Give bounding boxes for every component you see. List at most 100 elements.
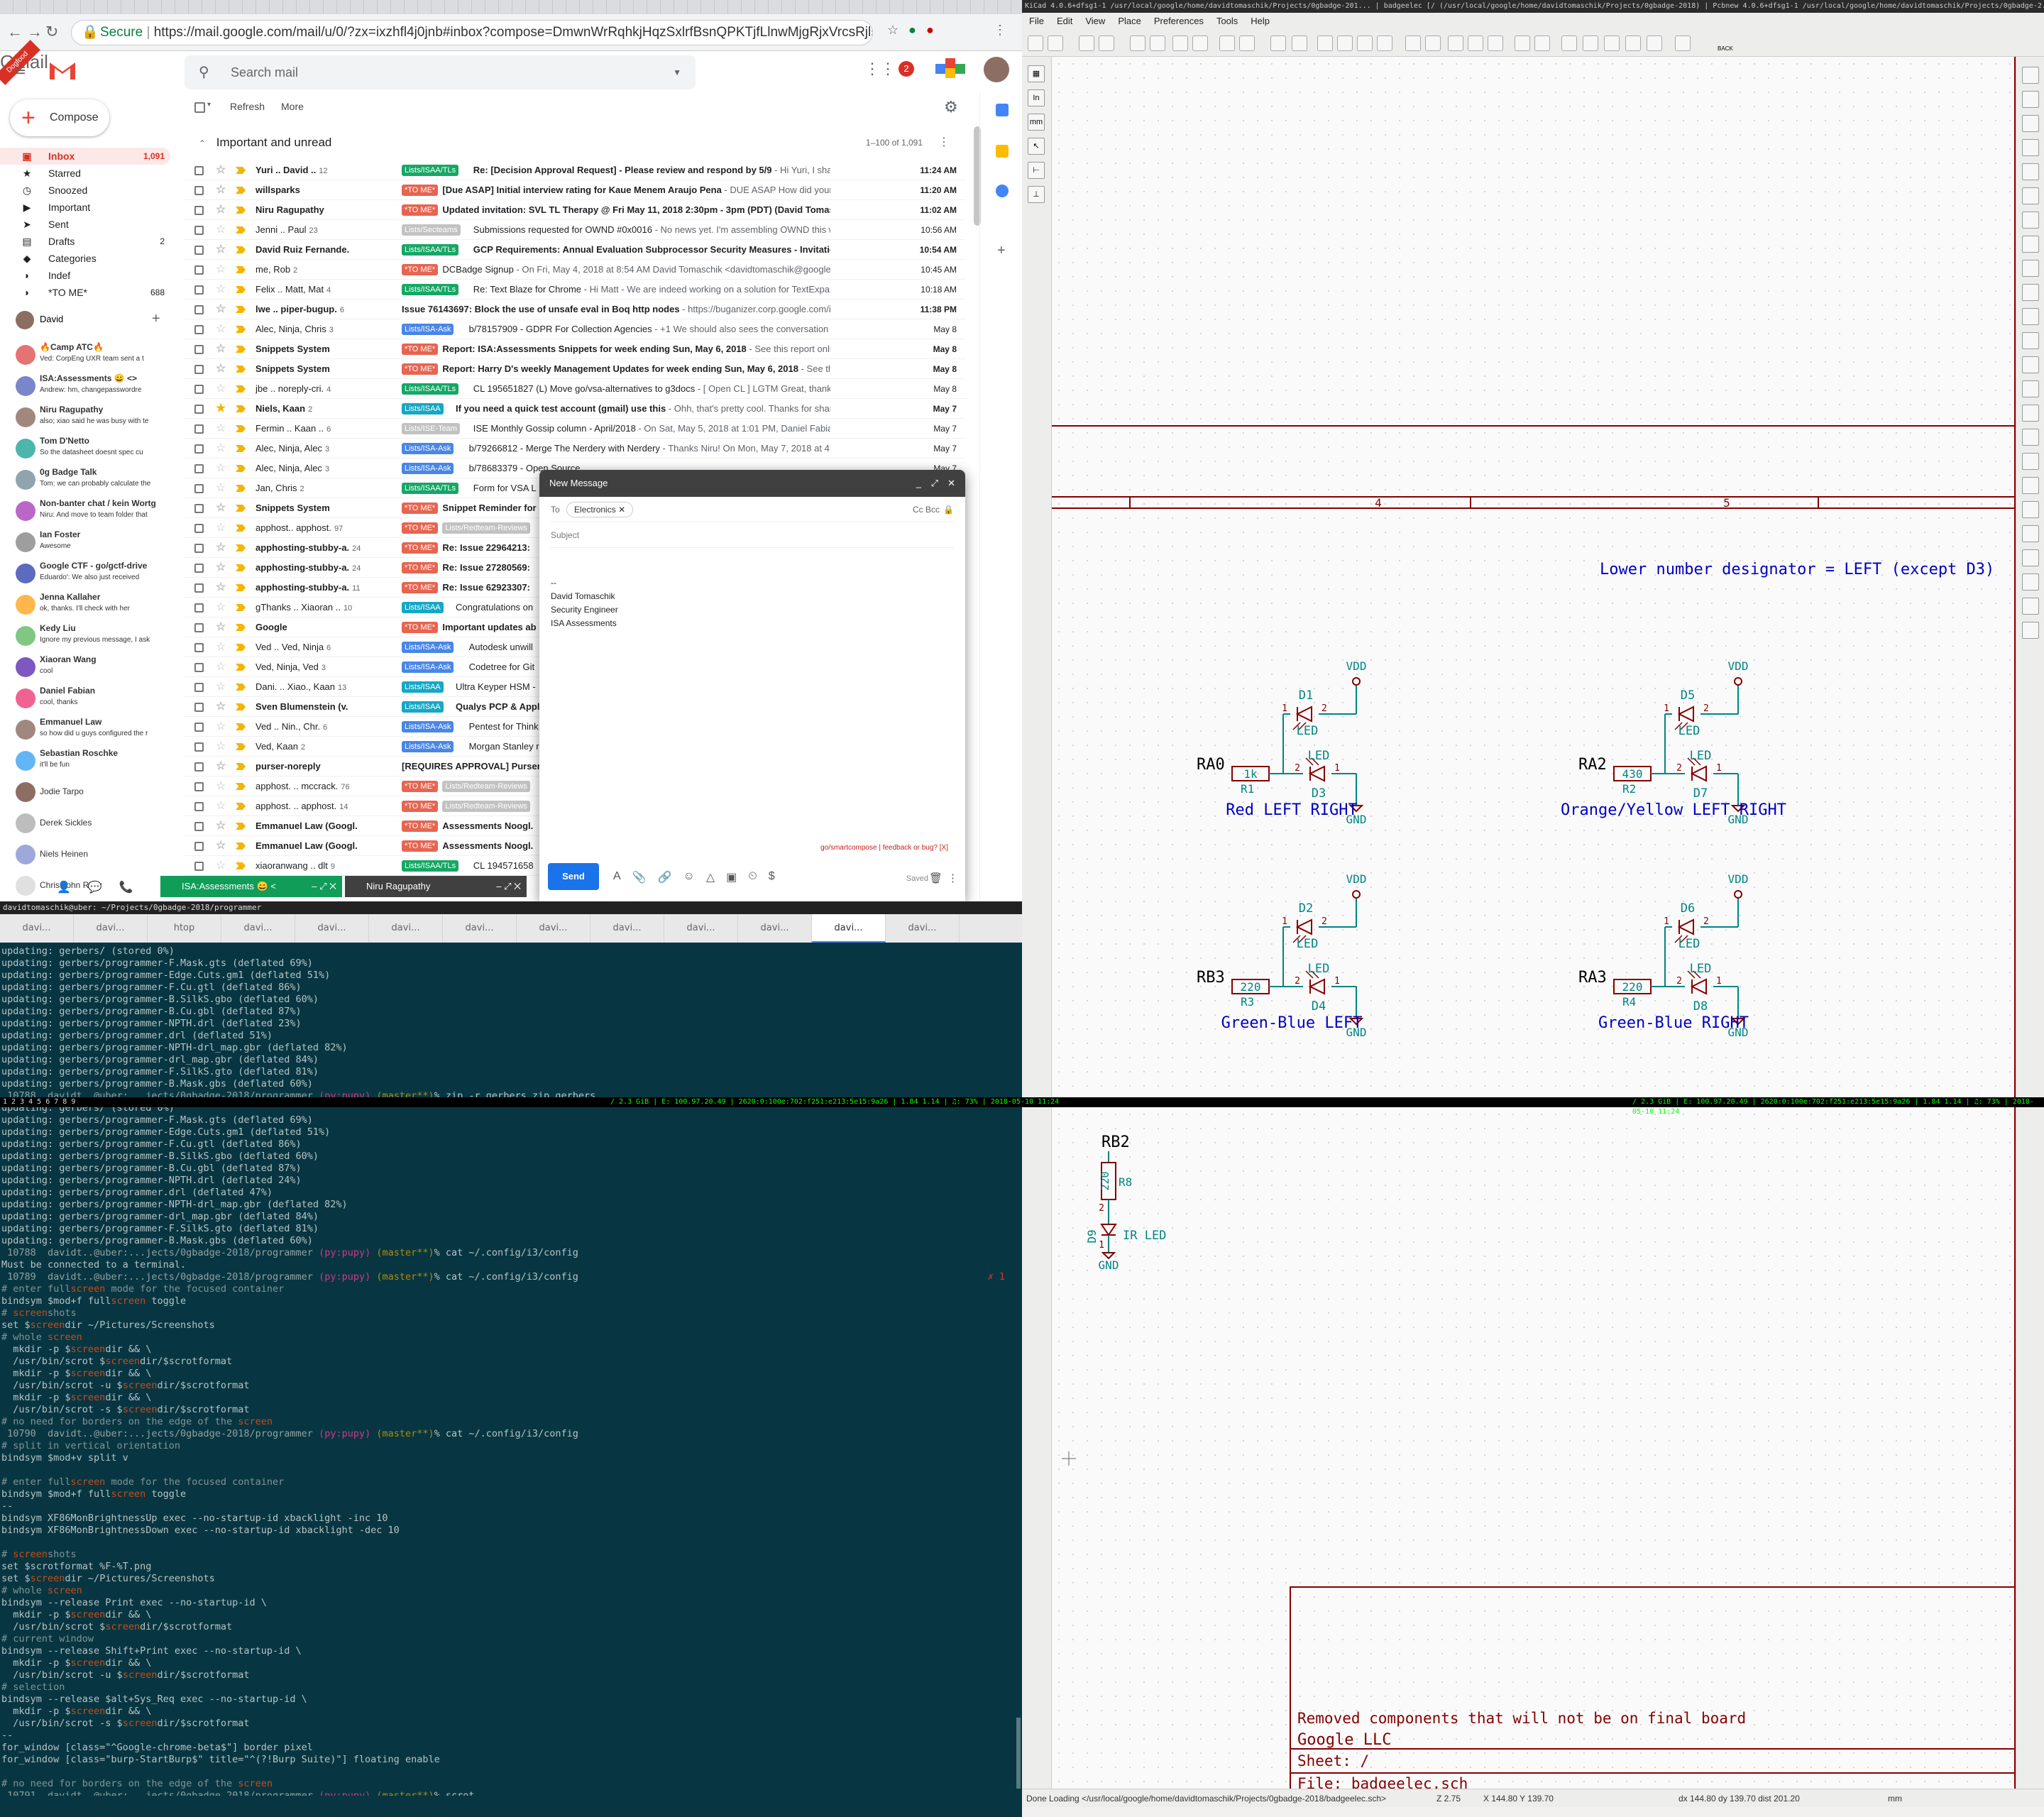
toolbar-button[interactable] — [1130, 35, 1145, 51]
nav-item-snoozed[interactable]: ◷ Snoozed — [0, 182, 170, 199]
row-checkbox[interactable] — [194, 345, 204, 354]
label-chip[interactable]: Lists/ISA-Ask — [402, 463, 454, 474]
label-chip[interactable]: Lists/ISAA — [402, 403, 444, 415]
browser-tab[interactable] — [337, 0, 351, 14]
importance-marker-icon[interactable] — [236, 664, 246, 671]
star-icon[interactable]: ☆ — [216, 280, 226, 300]
row-checkbox[interactable] — [194, 564, 204, 573]
chat-item[interactable]: Derek Sickles — [0, 808, 162, 839]
label-chip[interactable]: *TO ME* — [402, 781, 439, 792]
row-checkbox[interactable] — [194, 226, 204, 235]
row-checkbox[interactable] — [194, 782, 204, 791]
row-checkbox[interactable] — [194, 265, 204, 275]
label-chip[interactable]: Lists/ISAA/TLs — [402, 284, 459, 295]
nav-item-drafts[interactable]: ▤ Drafts 2 — [0, 233, 170, 250]
star-icon[interactable]: ☆ — [216, 260, 226, 280]
remove-recipient-icon[interactable]: ✕ — [618, 505, 625, 515]
right-tool-button[interactable] — [2022, 236, 2039, 253]
browser-tab[interactable] — [728, 0, 742, 14]
email-row[interactable]: ☆ Alec, Ninja, Chris 3 Lists/ISA-Ask b/78157… — [185, 319, 965, 339]
label-chip[interactable]: Lists/ISAA/TLs — [402, 483, 459, 494]
drive-icon[interactable]: △ — [706, 870, 715, 884]
right-tool-button[interactable] — [2022, 356, 2039, 373]
importance-marker-icon[interactable] — [236, 505, 246, 512]
star-icon[interactable]: ☆ — [216, 538, 226, 558]
importance-marker-icon[interactable] — [236, 723, 246, 730]
right-tool-button[interactable] — [2022, 163, 2039, 180]
row-checkbox[interactable] — [194, 305, 204, 314]
star-icon[interactable]: ☆ — [216, 757, 226, 776]
left-tool-button[interactable]: ▦ — [1028, 65, 1045, 82]
row-checkbox[interactable] — [194, 206, 204, 215]
toolbar-button[interactable] — [1219, 35, 1235, 51]
toolbar-button[interactable] — [1028, 35, 1043, 51]
toolbar-button[interactable] — [1239, 35, 1255, 51]
toolbar-button[interactable] — [1583, 35, 1598, 51]
toolbar-button[interactable] — [1405, 35, 1421, 51]
chat-item[interactable]: Jenna Kallaher ok, thanks. I'll check wit… — [0, 589, 162, 620]
select-all-checkbox[interactable] — [194, 102, 205, 113]
label-chip[interactable]: *TO ME* — [402, 562, 439, 573]
apps-grid-icon[interactable]: ⋮⋮ — [864, 60, 896, 78]
right-tool-button[interactable] — [2022, 139, 2039, 156]
row-checkbox[interactable] — [194, 544, 204, 553]
star-icon[interactable]: ☆ — [216, 578, 226, 598]
right-tool-button[interactable] — [2022, 549, 2039, 566]
email-row[interactable]: ☆ Fermin .. Kaan .. 6 Lists/ISE-Team ISE Mon… — [185, 419, 965, 439]
url-input[interactable]: 🔒 Secure | https://mail.google.com/mail/… — [71, 20, 873, 45]
toolbar-button[interactable] — [1561, 35, 1577, 51]
recipient-chip[interactable]: Electronics ✕ — [566, 502, 634, 517]
chat-item[interactable]: 🔥Camp ATC🔥 Ved: CorpEng UXR team sent a t — [0, 339, 162, 370]
more-options-icon[interactable]: ⋮ — [947, 872, 958, 884]
importance-marker-icon[interactable] — [236, 525, 246, 532]
link-icon[interactable]: 🔗 — [658, 870, 672, 884]
browser-tab[interactable] — [796, 0, 809, 14]
star-icon[interactable]: ☆ — [216, 379, 226, 399]
label-chip[interactable]: Lists/Redteam-Reviews — [442, 522, 530, 534]
browser-tab[interactable] — [688, 0, 701, 14]
browser-tab[interactable] — [27, 0, 40, 14]
row-checkbox[interactable] — [194, 325, 204, 334]
more-button[interactable]: More — [281, 101, 304, 112]
right-tool-button[interactable] — [2022, 622, 2039, 639]
browser-tab[interactable] — [256, 0, 270, 14]
label-chip[interactable]: Lists/Secteams — [402, 224, 461, 236]
star-icon[interactable]: ☆ — [216, 657, 226, 677]
row-checkbox[interactable] — [194, 484, 204, 493]
browser-tab[interactable] — [634, 0, 647, 14]
toolbar-button[interactable] — [1150, 35, 1165, 51]
browser-tab[interactable] — [378, 0, 391, 14]
label-chip[interactable]: *TO ME* — [402, 582, 439, 593]
browser-tab[interactable] — [809, 0, 823, 14]
browser-tab[interactable] — [418, 0, 432, 14]
importance-marker-icon[interactable] — [236, 684, 246, 691]
row-checkbox[interactable] — [194, 186, 204, 195]
menu-help[interactable]: Help — [1251, 13, 1270, 30]
label-chip[interactable]: Lists/ISA-Ask — [402, 642, 454, 653]
toolbar-button[interactable] — [1292, 35, 1307, 51]
browser-tab[interactable] — [930, 0, 944, 14]
right-tool-button[interactable] — [2022, 525, 2039, 542]
importance-marker-icon[interactable] — [236, 604, 246, 611]
browser-tab[interactable] — [121, 0, 135, 14]
toolbar-button[interactable] — [1425, 35, 1441, 51]
label-chip[interactable]: *TO ME* — [402, 840, 439, 852]
avatar[interactable] — [984, 57, 1009, 82]
keep-icon[interactable] — [996, 145, 1009, 158]
star-icon[interactable]: ☆ — [216, 717, 226, 737]
toolbar-button[interactable] — [1604, 35, 1620, 51]
nav-item-sent[interactable]: ➤ Sent — [0, 216, 170, 233]
importance-marker-icon[interactable] — [236, 246, 246, 253]
label-chip[interactable]: Lists/ISAA/TLs — [402, 244, 459, 256]
star-icon[interactable]: ☆ — [216, 359, 226, 379]
terminal-tab[interactable]: htop — [148, 914, 221, 943]
emoji-icon[interactable]: ☺ — [683, 870, 695, 884]
importance-marker-icon[interactable] — [236, 207, 246, 214]
browser-tab[interactable] — [445, 0, 458, 14]
browser-tab[interactable] — [580, 0, 593, 14]
photo-icon[interactable]: ▣ — [726, 870, 737, 884]
label-chip[interactable]: Lists/ISA-Ask — [402, 721, 454, 732]
menu-edit[interactable]: Edit — [1057, 13, 1072, 30]
row-checkbox[interactable] — [194, 762, 204, 772]
label-chip[interactable]: Lists/ISA-Ask — [402, 741, 454, 752]
